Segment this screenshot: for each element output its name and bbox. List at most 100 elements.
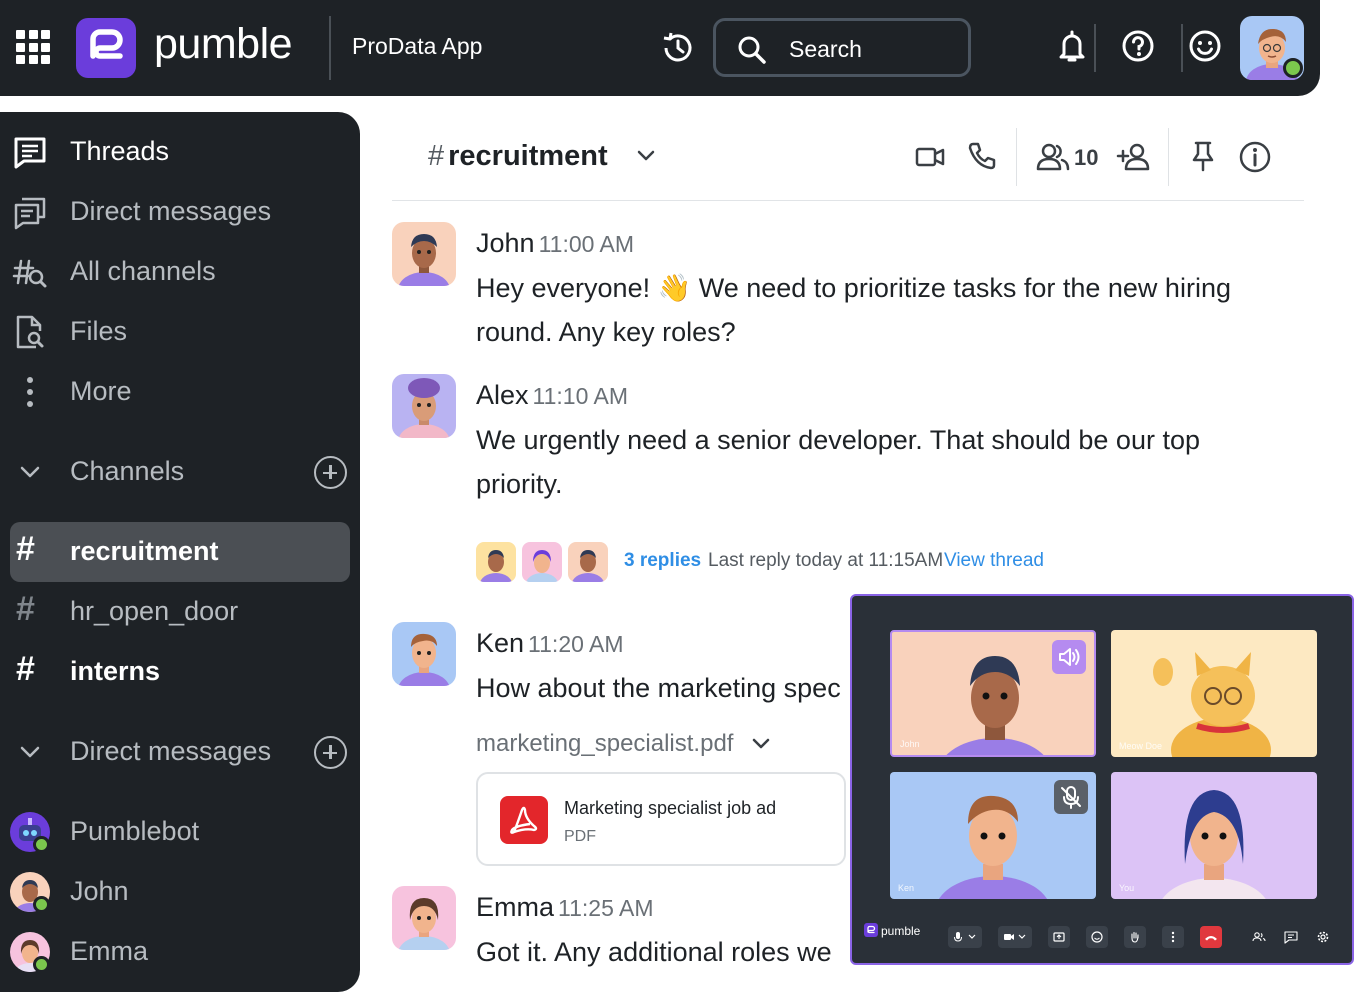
sidebar-item-direct-messages[interactable]: Direct messages (0, 182, 360, 242)
sidebar-dm-john[interactable]: John (0, 862, 360, 922)
participant-tile-meow-doe[interactable]: Meow Doe (1111, 630, 1317, 757)
attachment-card[interactable]: Marketing specialist job ad PDF (476, 772, 846, 866)
microphone-button[interactable] (948, 926, 982, 948)
chevron-down-icon[interactable] (634, 144, 658, 173)
dm-label: Emma (70, 936, 149, 966)
sidebar-item-all-channels[interactable]: All channels (0, 242, 360, 302)
settings-button[interactable] (1312, 926, 1334, 948)
chat-button[interactable] (1280, 926, 1302, 948)
threads-icon (14, 137, 46, 169)
hang-up-icon (1205, 936, 1217, 941)
message-time: 11:25 AM (558, 895, 654, 921)
sidebar-item-files[interactable]: Files (0, 302, 360, 362)
replies-link[interactable]: 3 replies (624, 550, 701, 572)
topbar-divider (1094, 24, 1096, 72)
header-divider (1168, 128, 1169, 186)
chat-icon (1284, 931, 1298, 944)
pumble-logo-icon (76, 18, 136, 78)
history-icon[interactable] (660, 30, 696, 71)
channel-title[interactable]: # recruitment (428, 140, 608, 173)
channels-header: Channels (70, 456, 185, 486)
more-icon (1171, 931, 1175, 943)
bell-icon[interactable] (1056, 28, 1088, 69)
author-name: John (476, 228, 535, 258)
message-author[interactable]: Ken 11:20 AM (476, 628, 624, 659)
participant-avatar (1153, 652, 1271, 757)
screen-share-icon (1053, 932, 1065, 942)
screen-share-button[interactable] (1048, 926, 1070, 948)
participants-icon (1252, 932, 1266, 942)
more-options-button[interactable] (1162, 926, 1184, 948)
raise-hand-button[interactable] (1124, 926, 1146, 948)
search-input[interactable]: Search (713, 18, 971, 77)
video-call-window[interactable]: John Meow Doe Ken You pumble (850, 594, 1354, 965)
sidebar-dm-pumblebot[interactable]: Pumblebot (0, 802, 360, 862)
chevron-down-icon[interactable] (750, 732, 772, 754)
message-text: Hey everyone! 👋 We need to prioritize ta… (476, 273, 1231, 347)
avatar[interactable] (392, 622, 456, 686)
muted-microphone-icon (1054, 780, 1088, 814)
topbar-divider (1181, 24, 1183, 72)
message-author[interactable]: John 11:00 AM (476, 228, 634, 259)
topbar-divider (329, 16, 331, 80)
dm-header: Direct messages (70, 736, 272, 766)
view-thread-link[interactable]: View thread (944, 550, 1044, 572)
info-icon[interactable] (1238, 140, 1272, 179)
participant-avatar (1162, 790, 1266, 899)
participant-tile-john[interactable]: John (890, 630, 1096, 757)
app-grid-icon[interactable] (16, 30, 50, 64)
members-icon[interactable] (1036, 142, 1070, 177)
speaker-icon (1052, 640, 1086, 674)
help-icon[interactable] (1121, 28, 1155, 69)
add-channel-icon[interactable] (314, 456, 347, 489)
participant-tile-you[interactable]: You (1111, 772, 1317, 899)
hash-icon: # (16, 590, 35, 628)
message-author[interactable]: Alex 11:10 AM (476, 380, 628, 411)
add-dm-icon[interactable] (314, 736, 347, 769)
channel-label: recruitment (70, 536, 219, 566)
reaction-button[interactable] (1086, 926, 1108, 948)
avatar[interactable] (392, 374, 456, 438)
sidebar-dm-emma[interactable]: Emma (0, 922, 360, 982)
hash-icon: # (16, 530, 35, 568)
hand-icon (1131, 931, 1139, 943)
workspace-name[interactable]: ProData App (352, 33, 482, 60)
sidebar-channel-interns[interactable]: # interns (0, 642, 360, 702)
sidebar-item-label: Direct messages (70, 196, 272, 226)
call-controls: pumble (852, 913, 1352, 963)
channel-label: hr_open_door (70, 596, 239, 626)
sidebar-item-label: Files (70, 316, 128, 346)
chevron-down-icon (20, 466, 40, 478)
direct-messages-icon (14, 197, 46, 230)
header-separator (392, 200, 1304, 201)
gear-icon (1317, 931, 1329, 943)
video-call-icon[interactable] (914, 142, 946, 177)
sidebar-channel-recruitment[interactable]: # recruitment (0, 522, 360, 582)
end-call-button[interactable] (1200, 926, 1222, 948)
participant-name: Meow Doe (1119, 741, 1163, 751)
participants-button[interactable] (1248, 926, 1270, 948)
message-author[interactable]: Emma 11:25 AM (476, 892, 654, 923)
sidebar-item-more[interactable]: More (0, 362, 360, 422)
avatar[interactable] (392, 222, 456, 286)
member-count[interactable]: 10 (1074, 145, 1098, 171)
avatar[interactable] (392, 886, 456, 950)
participant-tile-ken[interactable]: Ken (890, 772, 1096, 899)
phone-icon[interactable] (966, 140, 998, 177)
online-status-dot (33, 956, 50, 973)
dm-label: Pumblebot (70, 816, 200, 846)
call-brand: pumble (864, 923, 920, 938)
sidebar-item-threads[interactable]: Threads (0, 122, 360, 182)
channels-section-toggle[interactable]: Channels (0, 442, 360, 502)
pin-icon[interactable] (1188, 140, 1218, 177)
chevron-down-icon (20, 746, 40, 758)
add-member-icon[interactable] (1116, 142, 1152, 177)
dm-section-toggle[interactable]: Direct messages (0, 722, 360, 782)
attachment-filename[interactable]: marketing_specialist.pdf (476, 730, 772, 758)
participant-name: John (900, 739, 920, 749)
sidebar-channel-hr-open-door[interactable]: # hr_open_door (0, 582, 360, 642)
more-icon (27, 377, 33, 407)
camera-button[interactable] (998, 926, 1032, 948)
search-placeholder: Search (789, 36, 862, 62)
status-emoji-icon[interactable] (1188, 28, 1222, 69)
